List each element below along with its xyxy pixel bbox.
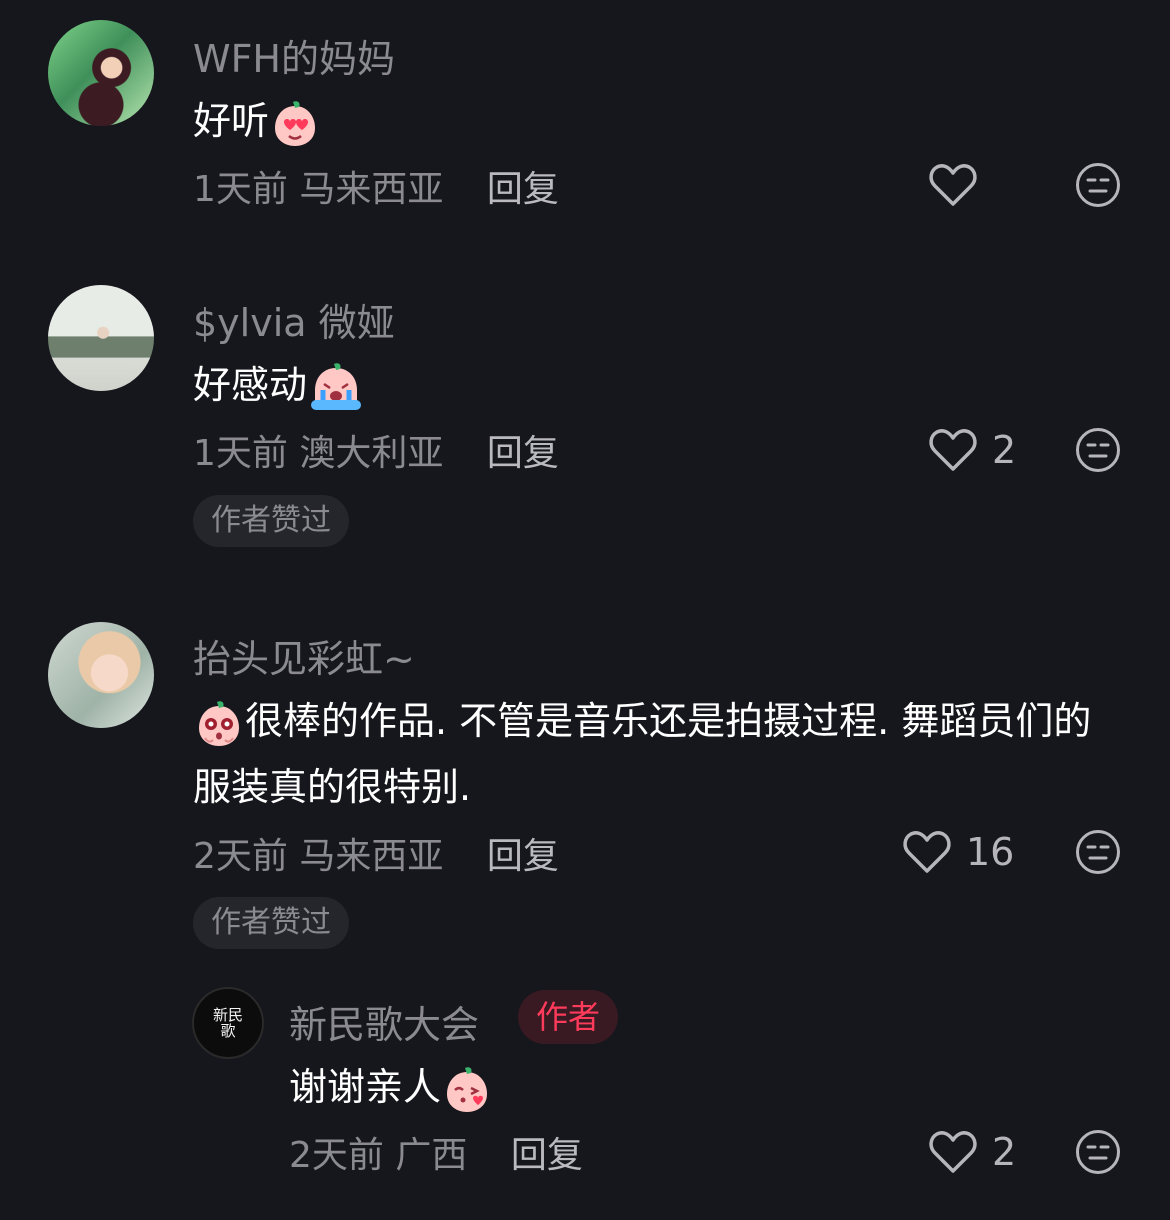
reply-meta: 2天前 广西 回复 [289, 1126, 583, 1178]
comment-time: 1天前 [193, 433, 288, 474]
dislike-button[interactable] [1075, 162, 1121, 208]
comment-username[interactable]: $ylvia 微娅 [193, 292, 395, 347]
dislike-button[interactable] [1075, 427, 1121, 473]
comment-time: 2天前 [193, 836, 288, 877]
comment-text: 很棒的作品. 不管是音乐还是拍摄过程. 舞蹈员们的服装真的很特别. [193, 688, 1123, 820]
dislike-button[interactable] [1075, 829, 1121, 875]
reply-text: 谢谢亲人 [289, 1054, 1089, 1120]
starry-eyes-emoji-icon [193, 698, 245, 750]
heart-icon [929, 164, 977, 206]
crying-emoji-icon [307, 362, 365, 414]
reply-location: 广西 [395, 1135, 468, 1176]
heart-icon [929, 1131, 977, 1173]
avatar[interactable] [48, 622, 154, 728]
comment-text-content: 好感动 [193, 363, 308, 407]
heart-icon [929, 429, 977, 471]
comment-location: 马来西亚 [299, 169, 444, 210]
avatar-logo-text: 新民歌 [212, 1006, 243, 1040]
comment-meta: 1天前 马来西亚 回复 [193, 160, 559, 212]
neutral-face-icon [1076, 428, 1120, 472]
like-button[interactable] [928, 160, 992, 210]
comment-meta: 1天前 澳大利亚 回复 [193, 424, 559, 476]
neutral-face-icon [1076, 163, 1120, 207]
comment-time: 1天前 [193, 169, 288, 210]
like-count: 16 [966, 830, 1015, 874]
heart-icon [903, 831, 951, 873]
comment-username[interactable]: 抬头见彩虹~ [193, 628, 415, 683]
comment-text: 好感动 [193, 352, 1123, 418]
reply-time: 2天前 [289, 1135, 384, 1176]
reply-username[interactable]: 新民歌大会 [289, 994, 479, 1049]
author-avatar[interactable]: 新民歌 [192, 987, 264, 1059]
like-button[interactable]: 16 [902, 827, 1014, 877]
reply-button[interactable]: 回复 [487, 836, 559, 877]
comment-meta: 2天前 马来西亚 回复 [193, 827, 559, 879]
neutral-face-icon [1076, 1130, 1120, 1174]
heart-eyes-emoji-icon [269, 98, 321, 150]
comment-text-content: 好听 [193, 99, 270, 143]
reply-button[interactable]: 回复 [487, 169, 559, 210]
like-count: 2 [992, 428, 1017, 472]
comment-location: 澳大利亚 [299, 433, 444, 474]
author-liked-badge: 作者赞过 [193, 897, 349, 949]
author-liked-badge: 作者赞过 [193, 495, 349, 547]
author-tag: 作者 [518, 990, 619, 1044]
like-button[interactable]: 2 [928, 1127, 1016, 1177]
blow-kiss-emoji-icon [441, 1064, 493, 1116]
comment-location: 马来西亚 [299, 836, 444, 877]
comment-username[interactable]: WFH的妈妈 [193, 28, 395, 83]
comment-text-content: 很棒的作品. 不管是音乐还是拍摄过程. 舞蹈员们的服装真的很特别. [193, 699, 1092, 809]
reply-button[interactable]: 回复 [487, 433, 559, 474]
reply-button[interactable]: 回复 [511, 1135, 583, 1176]
dislike-button[interactable] [1075, 1129, 1121, 1175]
comment-text: 好听 [193, 88, 1123, 154]
like-count: 2 [992, 1130, 1017, 1174]
like-button[interactable]: 2 [928, 425, 1016, 475]
neutral-face-icon [1076, 830, 1120, 874]
avatar[interactable] [48, 285, 154, 391]
avatar[interactable] [48, 20, 154, 126]
reply-text-content: 谢谢亲人 [289, 1065, 442, 1109]
